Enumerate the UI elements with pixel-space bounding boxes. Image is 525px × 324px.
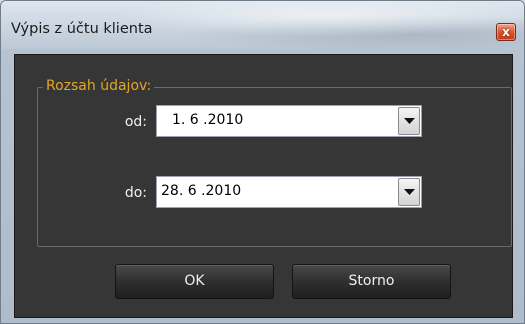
title-bar[interactable]: Výpis z účtu klienta x <box>1 1 524 49</box>
from-date-picker[interactable]: 1. 6 .2010 <box>156 105 422 137</box>
chevron-down-icon <box>404 189 415 195</box>
from-date-value: 1. 6 .2010 <box>172 112 244 128</box>
to-label: do: <box>124 185 147 201</box>
close-icon: x <box>502 25 510 39</box>
ok-button-label: OK <box>184 273 205 289</box>
to-date-picker[interactable]: 28. 6 .2010 <box>156 176 422 208</box>
dialog-body: Rozsah údajov: od: 1. 6 .2010 do: 28. 6 … <box>14 54 513 318</box>
from-dropdown-button[interactable] <box>398 107 420 135</box>
close-button[interactable]: x <box>496 23 516 41</box>
to-dropdown-button[interactable] <box>398 178 420 206</box>
chevron-down-icon <box>404 118 415 124</box>
cancel-button[interactable]: Storno <box>292 264 451 299</box>
ok-button[interactable]: OK <box>115 264 274 299</box>
window-title: Výpis z účtu klienta <box>11 21 153 37</box>
group-legend: Rozsah údajov: <box>43 78 155 94</box>
dialog-window: Výpis z účtu klienta x Rozsah údajov: od… <box>0 0 525 324</box>
to-date-value: 28. 6 .2010 <box>161 183 242 199</box>
cancel-button-label: Storno <box>348 273 395 289</box>
from-label: od: <box>124 114 147 130</box>
